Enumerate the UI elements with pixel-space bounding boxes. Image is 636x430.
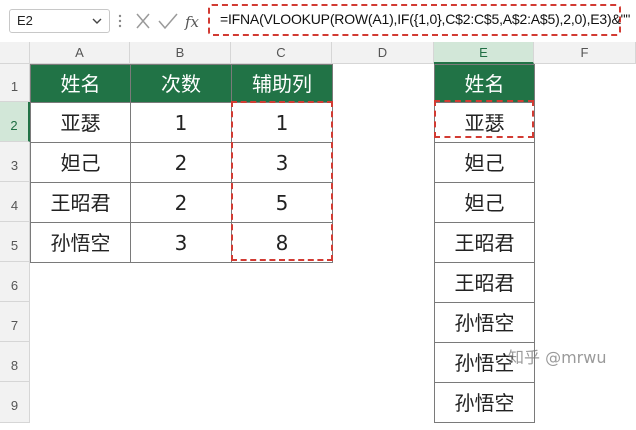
row-header-4[interactable]: 4 bbox=[0, 182, 30, 222]
column-header-c[interactable]: C bbox=[231, 42, 332, 64]
table1-cell[interactable]: 2 bbox=[130, 182, 232, 223]
watermark: 知乎 @mrwu bbox=[508, 348, 607, 367]
row-header-2[interactable]: 2 bbox=[0, 102, 30, 142]
table2-cell[interactable]: 孙悟空 bbox=[434, 302, 535, 343]
name-box-value: E2 bbox=[17, 13, 33, 28]
table1-cell[interactable]: 2 bbox=[130, 142, 232, 183]
cancel-icon[interactable] bbox=[136, 13, 150, 29]
name-box[interactable]: E2 bbox=[9, 9, 110, 33]
column-header-e[interactable]: E bbox=[434, 42, 534, 64]
column-header-b[interactable]: B bbox=[130, 42, 231, 64]
table1-cell[interactable]: 5 bbox=[231, 182, 333, 223]
select-all-corner[interactable] bbox=[0, 42, 30, 64]
table1-cell[interactable]: 8 bbox=[231, 222, 333, 263]
confirm-icon[interactable] bbox=[158, 13, 178, 30]
table1-cell[interactable]: 3 bbox=[231, 142, 333, 183]
row-header-6[interactable]: 6 bbox=[0, 262, 30, 302]
table1-header-name[interactable]: 姓名 bbox=[30, 64, 131, 103]
table1-cell[interactable]: 王昭君 bbox=[30, 182, 131, 223]
table1-cell[interactable]: 孙悟空 bbox=[30, 222, 131, 263]
table2-cell[interactable]: 妲己 bbox=[434, 142, 535, 183]
row-header-3[interactable]: 3 bbox=[0, 142, 30, 182]
table2-cell[interactable]: 王昭君 bbox=[434, 222, 535, 263]
table2-header-name[interactable]: 姓名 bbox=[434, 64, 535, 103]
formula-buttons: fx bbox=[136, 13, 200, 31]
formula-text: =IFNA(VLOOKUP(ROW(A1),IF({1,0},C$2:C$5,A… bbox=[220, 11, 631, 27]
table1-cell[interactable]: 妲己 bbox=[30, 142, 131, 183]
table2-cell[interactable]: 亚瑟 bbox=[434, 102, 535, 143]
row-header-8[interactable]: 8 bbox=[0, 342, 30, 382]
column-header-d[interactable]: D bbox=[332, 42, 434, 64]
more-dots-icon[interactable] bbox=[118, 13, 122, 29]
formula-bar: E2 fx =IFNA(VLOOKUP(ROW(A1),IF({1,0},C$2… bbox=[0, 0, 636, 42]
column-header-a[interactable]: A bbox=[30, 42, 130, 64]
table1-cell[interactable]: 1 bbox=[130, 102, 232, 143]
row-header-5[interactable]: 5 bbox=[0, 222, 30, 262]
row-header-1[interactable]: 1 bbox=[0, 64, 30, 102]
table1-cell[interactable]: 1 bbox=[231, 102, 333, 143]
column-header-f[interactable]: F bbox=[534, 42, 636, 64]
table2-cell[interactable]: 孙悟空 bbox=[434, 382, 535, 423]
table2-cell[interactable]: 妲己 bbox=[434, 182, 535, 223]
formula-input[interactable]: =IFNA(VLOOKUP(ROW(A1),IF({1,0},C$2:C$5,A… bbox=[208, 4, 630, 36]
function-icon[interactable]: fx bbox=[184, 13, 200, 31]
table1-header-count[interactable]: 次数 bbox=[130, 64, 232, 103]
svg-text:fx: fx bbox=[184, 13, 200, 31]
chevron-down-icon[interactable] bbox=[91, 15, 103, 27]
table1-cell[interactable]: 3 bbox=[130, 222, 232, 263]
row-header-7[interactable]: 7 bbox=[0, 302, 30, 342]
table1-header-helper[interactable]: 辅助列 bbox=[231, 64, 333, 103]
table2-cell[interactable]: 王昭君 bbox=[434, 262, 535, 303]
table1-cell[interactable]: 亚瑟 bbox=[30, 102, 131, 143]
row-header-9[interactable]: 9 bbox=[0, 382, 30, 423]
